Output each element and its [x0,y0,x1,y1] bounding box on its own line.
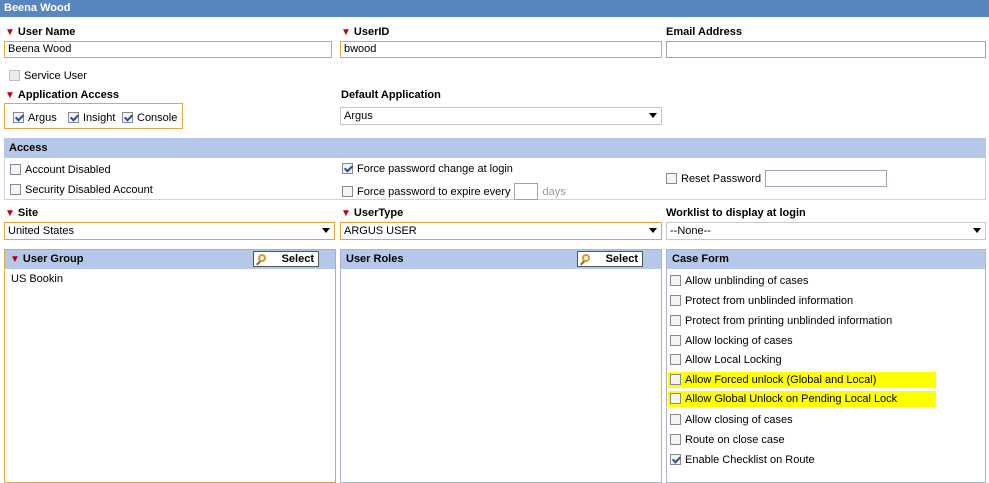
console-option[interactable]: Console [122,112,177,124]
security-disabled-row[interactable]: Security Disabled Account [10,184,153,196]
account-disabled-row[interactable]: Account Disabled [10,164,111,176]
app-access-label: ▼ Application Access [5,89,119,101]
argus-checkbox[interactable] [13,112,24,123]
required-flag-icon: ▼ [5,90,15,101]
console-checkbox[interactable] [122,112,133,123]
window-title: Beena Wood [0,0,989,17]
case-form-checkbox[interactable] [670,393,681,404]
reset-password-checkbox[interactable] [666,173,677,184]
case-form-option[interactable]: Allow unblinding of cases [670,275,809,287]
case-form-option-label: Protect from printing unblinded informat… [685,315,893,327]
case-form-checkbox[interactable] [670,315,681,326]
magnifier-icon [258,254,266,262]
userid-label: ▼ UserID [341,26,390,38]
default-app-label: Default Application [341,89,441,101]
case-form-checkbox[interactable] [670,374,681,385]
case-form-option-label: Route on close case [685,434,785,446]
case-form-checkbox[interactable] [670,335,681,346]
usertype-select[interactable]: ARGUS USER [340,222,662,240]
email-input[interactable] [666,41,986,58]
user-roles-panel: User Roles Select [340,249,662,483]
case-form-header: Case Form [667,250,985,269]
magnifier-icon [582,254,590,262]
app-access-group: Argus Insight Console [4,103,183,129]
user-group-header: ▼ User Group Select [5,250,335,269]
case-form-option[interactable]: Allow Forced unlock (Global and Local) [668,372,936,388]
case-form-option[interactable]: Route on close case [670,434,785,446]
case-form-checkbox[interactable] [670,434,681,445]
userid-input[interactable]: bwood [340,41,662,58]
user-group-panel: ▼ User Group Select US Bookin [4,249,336,483]
case-form-option-label: Allow Forced unlock (Global and Local) [685,374,877,386]
chevron-down-icon [973,228,981,233]
usertype-label: ▼ UserType [341,207,404,219]
case-form-option[interactable]: Allow locking of cases [670,335,793,347]
user-group-select-button[interactable]: Select [253,251,319,267]
case-form-option[interactable]: Allow closing of cases [670,414,793,426]
service-user-row[interactable]: Service User [9,70,87,82]
case-form-option[interactable]: Allow Global Unlock on Pending Local Loc… [668,391,936,407]
insight-option[interactable]: Insight [68,112,115,124]
case-form-option-label: Enable Checklist on Route [685,454,815,466]
list-item[interactable]: US Bookin [5,269,335,285]
case-form-option[interactable]: Protect from unblinded information [670,295,853,307]
chevron-down-icon [649,113,657,118]
case-form-checkbox[interactable] [670,454,681,465]
user-name-label: ▼ User Name [5,26,76,38]
account-disabled-checkbox[interactable] [10,164,21,175]
user-roles-select-button[interactable]: Select [577,251,643,267]
email-label: Email Address [666,26,743,38]
required-flag-icon: ▼ [10,254,20,265]
case-form-option-label: Protect from unblinded information [685,295,854,307]
case-form-option-label: Allow Global Unlock on Pending Local Loc… [685,393,898,405]
security-disabled-checkbox[interactable] [10,184,21,195]
chevron-down-icon [649,228,657,233]
case-form-option-label: Allow closing of cases [685,414,793,426]
user-name-input[interactable]: Beena Wood [4,41,332,58]
case-form-option[interactable]: Enable Checklist on Route [670,454,815,466]
case-form-option-label: Allow unblinding of cases [685,275,809,287]
site-label: ▼ Site [5,207,39,219]
case-form-option-label: Allow Local Locking [685,354,782,366]
case-form-checkbox[interactable] [670,414,681,425]
force-change-row[interactable]: Force password change at login [342,163,513,175]
service-user-checkbox[interactable] [9,70,20,81]
access-header: Access [4,138,986,158]
force-expire-checkbox[interactable] [342,186,353,197]
default-app-select[interactable]: Argus [340,107,662,125]
case-form-option-label: Allow locking of cases [685,335,793,347]
insight-checkbox[interactable] [68,112,79,123]
site-select[interactable]: United States [4,222,335,240]
expire-days-input[interactable] [514,183,539,200]
case-form-checkbox[interactable] [670,295,681,306]
required-flag-icon: ▼ [5,208,15,219]
argus-option[interactable]: Argus [13,112,57,124]
user-roles-header: User Roles Select [341,250,661,269]
worklist-select[interactable]: --None-- [666,222,986,240]
reset-password-row[interactable]: Reset Password [666,173,761,185]
case-form-checkbox[interactable] [670,275,681,286]
reset-password-input[interactable] [765,170,887,187]
required-flag-icon: ▼ [5,27,15,38]
force-expire-row[interactable]: Force password to expire every days [342,183,566,200]
case-form-option[interactable]: Protect from printing unblinded informat… [670,315,892,327]
worklist-label: Worklist to display at login [666,207,806,219]
case-form-option[interactable]: Allow Local Locking [670,354,782,366]
force-change-checkbox[interactable] [342,163,353,174]
required-flag-icon: ▼ [341,208,351,219]
case-form-checkbox[interactable] [670,354,681,365]
chevron-down-icon [322,228,330,233]
required-flag-icon: ▼ [341,27,351,38]
